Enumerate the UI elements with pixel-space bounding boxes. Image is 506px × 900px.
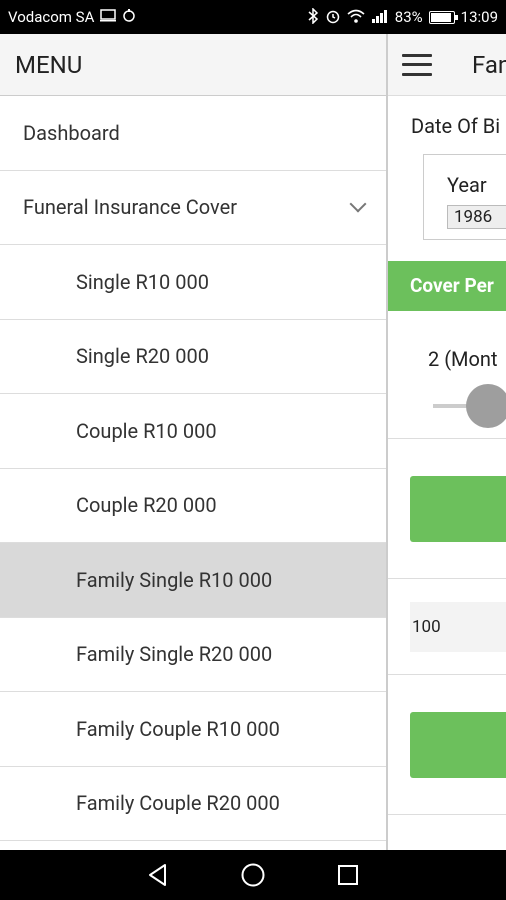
year-select[interactable]: 1986 [447, 205, 506, 229]
divider [388, 578, 506, 579]
main-content: Fan Date Of Bi Year 1986 Cover Per 2 (Mo… [387, 34, 506, 850]
bluetooth-icon [307, 6, 319, 27]
status-bar: Vodacom SA 83% 13:09 [0, 0, 506, 34]
alarm-icon [325, 8, 341, 27]
divider [388, 438, 506, 439]
menu-item-label: Couple R10 000 [76, 418, 217, 443]
menu-item-label: Couple R20 000 [76, 493, 217, 518]
menu-item-couple-r20-000[interactable]: Couple R20 000 [0, 469, 386, 543]
hamburger-menu-icon[interactable] [402, 53, 432, 76]
menu-item-label: Family Single R20 000 [76, 642, 273, 667]
menu-item-family-single-r20-000[interactable]: Family Single R20 000 [0, 618, 386, 692]
months-label: 2 (Mont [428, 347, 498, 371]
wifi-icon [347, 9, 365, 26]
menu-item-family-couple-r10-000[interactable]: Family Couple R10 000 [0, 692, 386, 767]
android-icon [122, 8, 136, 26]
menu-item-funeral-insurance-cover[interactable]: Funeral Insurance Cover [0, 171, 386, 245]
menu-item-label: Funeral Insurance Cover [23, 195, 238, 220]
menu-item-single-r10-000[interactable]: Single R10 000 [0, 245, 386, 320]
amount-input[interactable]: 100 [410, 602, 506, 652]
recents-icon[interactable] [335, 862, 361, 888]
signal-icon [371, 9, 389, 26]
menu-item-label: Family Couple R20 000 [76, 791, 280, 816]
menu-item-label: Single R10 000 [76, 269, 209, 294]
year-picker: Year 1986 [423, 154, 506, 240]
menu-item-couple-r10-000[interactable]: Couple R10 000 [0, 394, 386, 469]
menu-item-label: Family Couple R10 000 [76, 716, 280, 741]
secondary-button[interactable] [410, 712, 506, 778]
navigation-drawer: MENU Dashboard Funeral Insurance Cover Sin… [0, 34, 387, 850]
drawer-title: MENU [0, 34, 386, 96]
battery-icon [428, 10, 458, 24]
primary-button[interactable] [410, 476, 506, 542]
cover-period-header: Cover Per [388, 261, 506, 311]
year-label: Year [447, 173, 487, 197]
menu-item-label: Dashboard [23, 120, 120, 145]
menu-item-single-r20-000[interactable]: Single R20 000 [0, 320, 386, 394]
chevron-down-icon[interactable] [349, 195, 367, 213]
home-icon[interactable] [240, 862, 266, 888]
screen-icon [100, 9, 117, 25]
divider [388, 674, 506, 675]
divider [388, 814, 506, 815]
menu-item-label: Single R20 000 [76, 344, 209, 369]
menu-item-family-couple-r20-000[interactable]: Family Couple R20 000 [0, 767, 386, 841]
system-nav-bar [0, 850, 506, 900]
date-of-birth-label: Date Of Bi [411, 114, 501, 138]
cover-period-slider-thumb[interactable] [466, 384, 506, 428]
app-title: Fan [472, 50, 506, 79]
carrier-name: Vodacom SA [8, 8, 95, 26]
back-icon[interactable] [145, 862, 171, 888]
battery-percent: 83% [394, 8, 423, 26]
menu-item-label: Family Single R10 000 [76, 567, 273, 592]
clock: 13:09 [460, 8, 498, 26]
app-bar: Fan [388, 34, 506, 96]
menu-item-dashboard[interactable]: Dashboard [0, 96, 386, 171]
menu-item-family-single-r10-000[interactable]: Family Single R10 000 [0, 543, 386, 618]
menu-list: Dashboard Funeral Insurance Cover Single R… [0, 96, 386, 841]
